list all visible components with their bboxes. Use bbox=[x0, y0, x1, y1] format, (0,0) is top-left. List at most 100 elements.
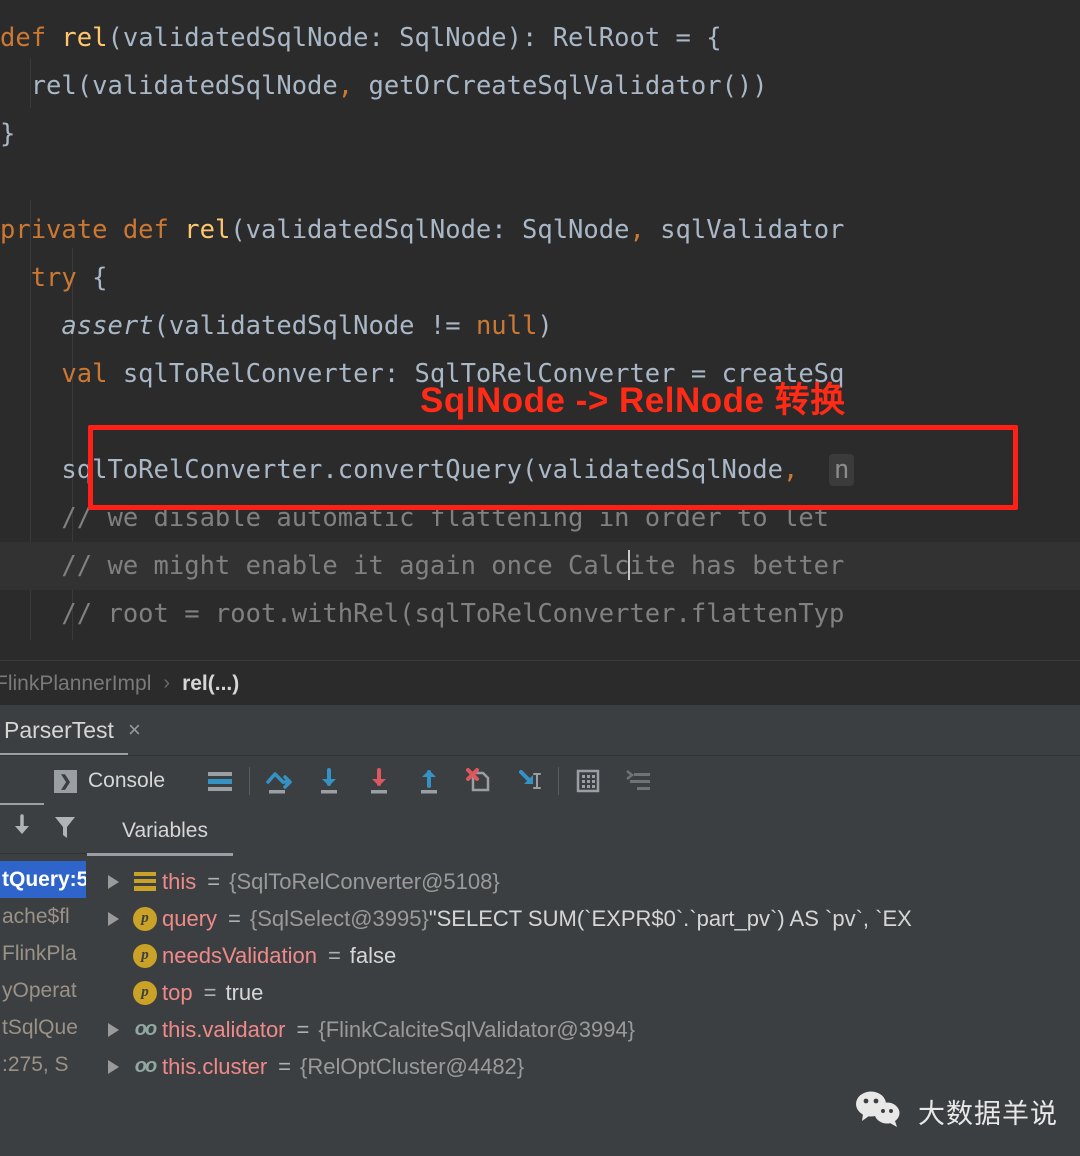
variable-row[interactable]: p query = {SqlSelect@3995} "SELECT SUM(`EXP… bbox=[86, 900, 1080, 937]
code-token: rel(validatedSqlNode bbox=[0, 71, 338, 101]
variable-name: needsValidation bbox=[162, 942, 317, 968]
variable-equals: = bbox=[327, 942, 341, 968]
code-token: null bbox=[475, 311, 538, 341]
settings-icon[interactable] bbox=[613, 756, 663, 806]
frame-row[interactable]: yOperat bbox=[0, 972, 86, 1009]
tab-parsertest[interactable]: ParserTest × bbox=[0, 705, 153, 755]
expand-arrow-icon[interactable] bbox=[98, 1022, 128, 1037]
watch-icon: oo bbox=[134, 1055, 157, 1077]
variable-equals: = bbox=[207, 868, 221, 894]
variable-name: this.cluster bbox=[162, 1053, 268, 1079]
filter-icon[interactable] bbox=[53, 814, 77, 845]
tab-variables-label: Variables bbox=[122, 818, 208, 842]
tab-console[interactable]: ❯ Console bbox=[54, 756, 165, 806]
variable-row[interactable]: this = {SqlToRelConverter@5108} bbox=[86, 863, 1080, 900]
field-icon bbox=[128, 872, 162, 891]
variable-name: this bbox=[162, 868, 197, 894]
tab-console-label: Console bbox=[88, 769, 166, 792]
code-line[interactable]: def rel(validatedSqlNode: SqlNode): RelR… bbox=[0, 14, 1080, 62]
breadcrumb-class[interactable]: FlinkPlannerImpl bbox=[0, 672, 151, 696]
breadcrumb-method[interactable]: rel(...) bbox=[182, 672, 239, 696]
tab-variables[interactable]: Variables bbox=[108, 805, 222, 856]
parameter-icon: p bbox=[128, 943, 162, 968]
step-over-icon[interactable] bbox=[254, 756, 304, 806]
expand-arrow-icon[interactable] bbox=[98, 911, 128, 926]
frames-list[interactable]: tQuery:5 ache$fl FlinkPla yOperat tSqlQue:27… bbox=[0, 861, 86, 1083]
code-line[interactable]: } bbox=[0, 110, 1080, 158]
code-line[interactable]: // we might enable it again once Calcite… bbox=[0, 542, 1080, 590]
close-icon[interactable]: × bbox=[128, 719, 141, 741]
drop-frame-icon[interactable] bbox=[454, 756, 504, 806]
code-token: private def bbox=[0, 215, 185, 245]
force-step-into-icon[interactable] bbox=[354, 756, 404, 806]
frames-panel[interactable]: tQuery:5 ache$fl FlinkPla yOperat tSqlQue:27… bbox=[0, 805, 87, 1156]
code-token: ite has better bbox=[629, 551, 845, 581]
variables-tab-row: Variables bbox=[86, 805, 1080, 856]
tab-parsertest-label: ParserTest bbox=[4, 716, 114, 743]
code-line[interactable]: rel(validatedSqlNode, getOrCreateSqlVali… bbox=[0, 62, 1080, 110]
code-token: , bbox=[337, 71, 354, 101]
variable-value: true bbox=[225, 979, 264, 1005]
code-token: rel bbox=[184, 215, 231, 245]
toolbar-divider bbox=[558, 767, 559, 795]
variable-equals: = bbox=[203, 979, 217, 1005]
frame-row[interactable]: :275, S bbox=[0, 1046, 86, 1083]
toolbar-divider bbox=[249, 767, 250, 795]
code-token: { bbox=[92, 263, 108, 293]
frame-row[interactable]: FlinkPla bbox=[0, 935, 86, 972]
code-token: // root = root.withRel(sqlToRelConverter… bbox=[0, 599, 845, 629]
frame-row[interactable]: ache$fl bbox=[0, 898, 86, 935]
expand-arrow-icon[interactable] bbox=[98, 874, 128, 889]
frame-row[interactable]: tSqlQue bbox=[0, 1009, 86, 1046]
variable-equals: = bbox=[296, 1016, 310, 1042]
code-editor[interactable]: def rel(validatedSqlNode: SqlNode): RelR… bbox=[0, 0, 1080, 660]
code-token: val bbox=[0, 359, 123, 389]
breadcrumb-separator-icon: › bbox=[163, 672, 171, 694]
debugger-action-icons bbox=[195, 756, 663, 806]
step-into-icon[interactable] bbox=[304, 756, 354, 806]
code-line[interactable]: assert(validatedSqlNode != null) bbox=[0, 302, 1080, 350]
code-token: (validatedSqlNode: SqlNode): RelRoot = { bbox=[107, 23, 722, 53]
code-token: // we disable automatic flattening in or… bbox=[0, 503, 830, 533]
variable-row[interactable]: oo this.validator = {FlinkCalciteSqlValidat… bbox=[86, 1011, 1080, 1048]
variable-name: query bbox=[162, 905, 218, 931]
variable-string-value: "SELECT SUM(`EXPR$0`.`part_pv`) AS `pv`,… bbox=[428, 905, 912, 931]
variable-value: false bbox=[349, 942, 397, 968]
code-line[interactable]: // we disable automatic flattening in or… bbox=[0, 494, 1080, 542]
debugger-toolbar[interactable]: r ❯ Console bbox=[0, 755, 1080, 806]
code-token: rel bbox=[61, 23, 108, 53]
code-token: , bbox=[629, 215, 645, 245]
parameter-hint: n bbox=[829, 454, 855, 486]
watermark-label: 大数据羊说 bbox=[918, 1099, 1058, 1129]
code-line[interactable]: // root = root.withRel(sqlToRelConverter… bbox=[0, 590, 1080, 638]
code-line[interactable]: private def rel(validatedSqlNode: SqlNod… bbox=[0, 206, 1080, 254]
run-configuration-tab-row: ParserTest × bbox=[0, 705, 1080, 756]
expand-arrow-icon[interactable] bbox=[98, 1059, 128, 1074]
code-line[interactable]: try { bbox=[0, 254, 1080, 302]
code-token: sqlToRelConverter.convertQuery(validated… bbox=[0, 455, 783, 485]
variable-reference: {SqlSelect@3995} bbox=[249, 905, 429, 931]
variable-reference: {RelOptCluster@4482} bbox=[300, 1053, 525, 1079]
variable-row[interactable]: p needsValidation = false bbox=[86, 937, 1080, 974]
frame-row[interactable]: tQuery:5 bbox=[0, 861, 86, 898]
run-to-cursor-icon[interactable] bbox=[504, 756, 554, 806]
screenshot-root: def rel(validatedSqlNode: SqlNode): RelR… bbox=[0, 0, 1080, 1156]
variable-name: top bbox=[162, 979, 193, 1005]
parameter-icon: p bbox=[128, 980, 162, 1005]
show-execution-point-icon[interactable] bbox=[195, 756, 245, 806]
export-threads-icon[interactable] bbox=[10, 813, 34, 846]
code-token: assert bbox=[0, 311, 154, 341]
code-line[interactable]: sqlToRelConverter.convertQuery(validated… bbox=[0, 446, 1080, 494]
variable-row[interactable]: oo this.cluster = {RelOptCluster@4482} bbox=[86, 1048, 1080, 1085]
watch-icon: oo bbox=[134, 1018, 157, 1040]
step-out-icon[interactable] bbox=[404, 756, 454, 806]
breadcrumb[interactable]: FlinkPlannerImpl › rel(...) bbox=[0, 660, 1080, 706]
debug-tool-window: ParserTest × r ❯ Console bbox=[0, 705, 1080, 1156]
watermark: 大数据羊说 bbox=[854, 1089, 1058, 1134]
code-token: ) bbox=[537, 311, 553, 341]
code-line[interactable] bbox=[0, 158, 1080, 206]
evaluate-expression-icon[interactable] bbox=[563, 756, 613, 806]
code-token: def bbox=[0, 23, 62, 53]
variable-row[interactable]: p top = true bbox=[86, 974, 1080, 1011]
